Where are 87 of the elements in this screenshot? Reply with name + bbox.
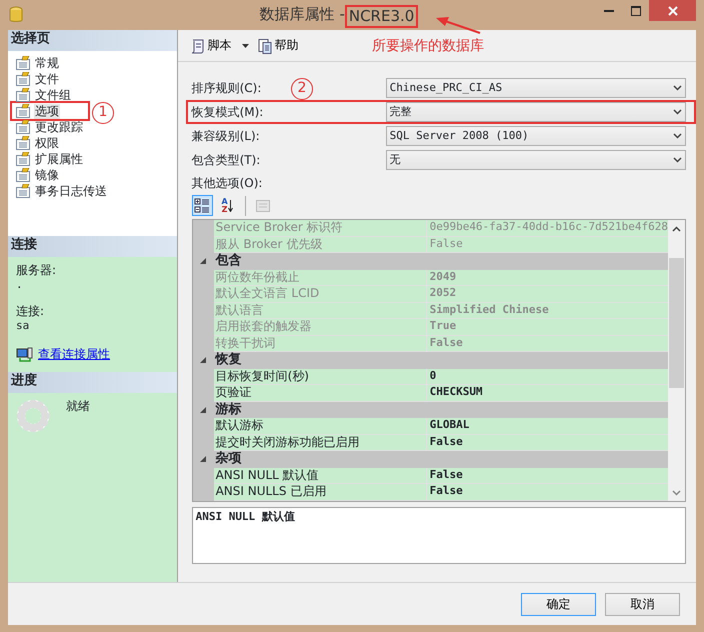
progress-ring-icon: [16, 399, 50, 433]
property-value[interactable]: GLOBAL: [426, 418, 668, 434]
annotation-marker: 1: [92, 102, 114, 124]
categorized-view-icon: [194, 198, 210, 214]
window-title: 数据库属性 -: [260, 5, 345, 25]
sidebar-item[interactable]: 选项: [10, 101, 90, 121]
collapse-icon[interactable]: [200, 456, 206, 462]
close-button[interactable]: [649, 0, 696, 21]
property-value[interactable]: False: [426, 434, 668, 451]
property-name[interactable]: ANSI NULLS 已启用: [214, 484, 427, 500]
annotation-marker: 2: [291, 78, 313, 100]
caret-icon: [242, 44, 249, 48]
page-icon: [15, 120, 31, 134]
page-icon: [15, 136, 31, 150]
collapse-icon[interactable]: [200, 406, 206, 413]
close-icon: [668, 6, 678, 16]
page-icon: [15, 72, 31, 86]
sidebar-item[interactable]: 镜像: [10, 167, 90, 183]
chevron-icon: [673, 85, 682, 91]
sidebar-item[interactable]: 文件组: [10, 87, 90, 103]
help-button[interactable]: 帮助: [254, 38, 301, 54]
sidebar-item[interactable]: 权限: [10, 135, 90, 151]
section-header: 进度: [8, 372, 177, 393]
server-label: 服务器:: [16, 263, 58, 278]
scrollbar[interactable]: [668, 220, 685, 501]
chevron-down-icon: [672, 490, 681, 496]
property-name[interactable]: 默认游标: [214, 418, 427, 434]
scrollbar-thumb[interactable]: [669, 258, 684, 388]
property-value[interactable]: False: [426, 484, 668, 500]
help-page-icon: [256, 38, 273, 54]
sort-letter: Z: [221, 206, 228, 214]
field-label: 兼容级别(L):: [192, 128, 260, 142]
property-pages-icon: [255, 198, 272, 214]
property-name[interactable]: 页验证: [214, 385, 427, 402]
dropdown-field[interactable]: 无: [386, 150, 686, 170]
sort-button[interactable]: A Z: [216, 195, 238, 216]
field-label: 恢复模式(M):: [192, 104, 264, 118]
page-icon: [15, 184, 31, 198]
chevron-icon: [673, 109, 682, 115]
field-label: 包含类型(T):: [192, 152, 260, 166]
chevron-icon: [673, 157, 682, 163]
property-value[interactable]: False: [426, 468, 668, 484]
connection-icon: [16, 346, 34, 362]
scroll-icon: [190, 38, 206, 54]
down-arrow-icon: [228, 200, 233, 212]
categorized-button[interactable]: [192, 195, 213, 216]
other-options-label: 其他选项(O):: [192, 176, 264, 191]
section-header: 选择页: [8, 30, 177, 51]
chevron-icon: [673, 133, 682, 139]
dropdown-field[interactable]: Chinese_PRC_CI_AS: [386, 78, 686, 98]
property-name[interactable]: ANSI NULL 默认值: [214, 468, 427, 484]
sort-letter: A: [221, 198, 228, 206]
section-header: 连接: [8, 236, 177, 257]
login-label: 连接:: [16, 304, 46, 319]
cancel-button[interactable]: 取消: [605, 592, 680, 616]
page-icon: [15, 152, 31, 166]
minimize-icon: [604, 10, 614, 12]
sidebar-item[interactable]: 常规: [10, 55, 90, 71]
page-icon: [15, 88, 31, 102]
sidebar-item[interactable]: 事务日志传送: [10, 183, 113, 199]
collapse-icon[interactable]: [200, 258, 206, 264]
sidebar-item[interactable]: 扩展属性: [10, 151, 90, 167]
sidebar-item[interactable]: 文件: [10, 71, 90, 87]
sidebar-item[interactable]: 更改跟踪: [10, 119, 90, 135]
database-name: NCRE3.0: [344, 5, 418, 28]
page-icon: [15, 104, 31, 118]
property-name[interactable]: 目标恢复时间(秒): [214, 368, 427, 385]
database-icon: [9, 6, 23, 24]
dropdown-field[interactable]: 完整: [386, 102, 686, 122]
dropdown-field[interactable]: SQL Server 2008 (100): [386, 126, 686, 146]
maximize-icon: [630, 6, 640, 16]
chevron-up-icon: [672, 226, 681, 232]
annotation-note: 所要操作的数据库: [372, 38, 484, 56]
field-label: 排序规则(C):: [192, 80, 262, 94]
page-icon: [15, 168, 31, 182]
script-button[interactable]: 脚本: [188, 38, 251, 54]
property-name[interactable]: 提交时关闭游标功能已启用: [214, 434, 427, 451]
property-value[interactable]: CHECKSUM: [426, 385, 668, 402]
property-value[interactable]: 0: [426, 368, 668, 385]
connection-properties-link[interactable]: 查看连接属性: [38, 347, 110, 362]
page-icon: [15, 56, 31, 70]
login-value: sa: [16, 318, 30, 332]
server-value: .: [16, 278, 24, 292]
collapse-icon[interactable]: [200, 357, 206, 364]
progress-status: 就绪: [66, 399, 90, 415]
ok-button[interactable]: 确定: [521, 592, 596, 616]
description-box: ANSI NULL 默认值: [192, 507, 686, 564]
